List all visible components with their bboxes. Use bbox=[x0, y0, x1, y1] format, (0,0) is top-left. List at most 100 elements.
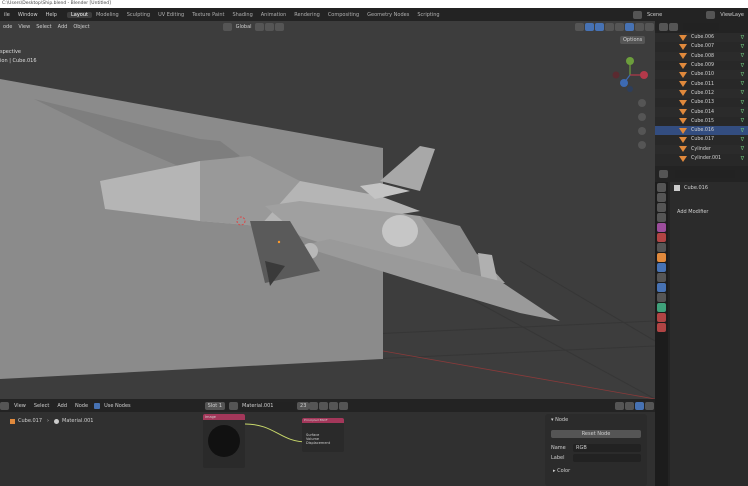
material-browse-icon[interactable] bbox=[229, 401, 239, 410]
outliner-item-selected[interactable]: Cube.016 ᐁ bbox=[655, 125, 748, 136]
tab-shading[interactable]: Shading bbox=[228, 12, 256, 18]
outliner-item[interactable]: Cube.006 ᐁ bbox=[655, 33, 748, 43]
outliner-item[interactable]: Cube.009 ᐁ bbox=[655, 61, 748, 70]
camera-icon[interactable] bbox=[638, 127, 646, 135]
material-name-field[interactable]: Material.001 bbox=[239, 401, 296, 410]
outliner-item[interactable]: Cylinder.001 ᐁ bbox=[655, 154, 748, 163]
node-name-field[interactable]: RGB bbox=[573, 444, 641, 452]
pan-hand-icon[interactable] bbox=[638, 113, 646, 121]
constraints-tab-icon[interactable] bbox=[657, 293, 666, 302]
tab-rendering[interactable]: Rendering bbox=[290, 12, 324, 18]
visibility-icon[interactable] bbox=[575, 23, 584, 31]
outliner-item[interactable]: Cube.015 ᐁ bbox=[655, 117, 748, 126]
breadcrumb-object[interactable]: Cube.017 bbox=[18, 418, 42, 424]
select-menu[interactable]: Select bbox=[33, 24, 54, 30]
grid-icon[interactable] bbox=[638, 141, 646, 149]
view-layer-tab-icon[interactable] bbox=[657, 213, 666, 222]
pin-icon[interactable] bbox=[339, 401, 349, 410]
color-wheel[interactable] bbox=[208, 425, 240, 457]
outliner-filter-icon[interactable] bbox=[669, 23, 678, 31]
visibility-eye-icon[interactable]: ᐁ bbox=[741, 146, 744, 152]
physics-tab-icon[interactable] bbox=[657, 283, 666, 292]
mode-menu[interactable]: ode bbox=[0, 24, 15, 30]
proportional-edit-icon[interactable] bbox=[274, 23, 284, 31]
image-node[interactable]: Image bbox=[203, 414, 245, 468]
world-tab-icon[interactable] bbox=[657, 233, 666, 242]
particles-tab-icon[interactable] bbox=[657, 273, 666, 282]
pivot-icon[interactable] bbox=[254, 23, 264, 31]
texture-tab-icon[interactable] bbox=[657, 323, 666, 332]
unlink-material-icon[interactable] bbox=[329, 401, 339, 410]
zoom-icon[interactable] bbox=[638, 99, 646, 107]
overlay-toggle-icon[interactable] bbox=[595, 23, 604, 31]
color-section[interactable]: ▸ Color bbox=[553, 468, 639, 474]
material-user-count[interactable]: 23 bbox=[297, 401, 310, 410]
overlay-nodes-icon[interactable] bbox=[635, 401, 644, 410]
visibility-eye-icon[interactable]: ᐁ bbox=[741, 53, 744, 59]
outliner-editor-type-icon[interactable] bbox=[659, 23, 668, 31]
properties-search-input[interactable] bbox=[675, 170, 735, 178]
snap-icon[interactable] bbox=[264, 23, 274, 31]
gizmo-toggle-icon[interactable] bbox=[585, 23, 594, 31]
orientation-icon[interactable] bbox=[222, 23, 232, 31]
shading-wireframe-icon[interactable] bbox=[615, 23, 624, 31]
tool-tab-icon[interactable] bbox=[657, 183, 666, 192]
menu-file[interactable]: ile bbox=[0, 12, 14, 18]
view-layer-icon[interactable] bbox=[706, 10, 716, 19]
principled-bsdf-node[interactable]: Principled BSDF Surface Volume Displacem… bbox=[302, 418, 344, 452]
modifier-tab-icon[interactable] bbox=[657, 263, 666, 272]
duplicate-material-icon[interactable] bbox=[319, 401, 329, 410]
node-panel-section[interactable]: ▾ Node bbox=[545, 414, 647, 426]
menu-window[interactable]: Window bbox=[14, 12, 42, 18]
visibility-eye-icon[interactable]: ᐁ bbox=[741, 90, 744, 96]
object-tab-icon[interactable] bbox=[657, 253, 666, 262]
output-tab-icon[interactable] bbox=[657, 203, 666, 212]
node-select-menu[interactable]: Select bbox=[30, 403, 53, 409]
transform-orientation-select[interactable]: Global bbox=[233, 24, 255, 30]
outliner-item[interactable]: Cube.010 ᐁ bbox=[655, 70, 748, 80]
add-menu[interactable]: Add bbox=[55, 24, 71, 30]
shading-material-icon[interactable] bbox=[635, 23, 644, 31]
outliner-item[interactable]: Cube.013 ᐁ bbox=[655, 98, 748, 107]
tab-animation[interactable]: Animation bbox=[257, 12, 291, 18]
backdrop-icon[interactable] bbox=[625, 401, 634, 410]
scene-tab-icon[interactable] bbox=[657, 223, 666, 232]
add-modifier-button[interactable]: Add Modifier bbox=[674, 208, 744, 217]
tab-texture-paint[interactable]: Texture Paint bbox=[188, 12, 228, 18]
tab-modeling[interactable]: Modeling bbox=[92, 12, 123, 18]
shading-rendered-icon[interactable] bbox=[645, 23, 654, 31]
visibility-eye-icon[interactable]: ᐁ bbox=[741, 128, 744, 134]
visibility-eye-icon[interactable]: ᐁ bbox=[741, 44, 744, 50]
view-menu[interactable]: View bbox=[15, 24, 33, 30]
visibility-eye-icon[interactable]: ᐁ bbox=[741, 81, 744, 87]
node-node-menu[interactable]: Node bbox=[71, 403, 92, 409]
visibility-eye-icon[interactable]: ᐁ bbox=[741, 156, 744, 162]
render-tab-icon[interactable] bbox=[657, 193, 666, 202]
outliner-item[interactable]: Cube.017 ᐁ bbox=[655, 135, 748, 144]
tab-geometry-nodes[interactable]: Geometry Nodes bbox=[363, 12, 413, 18]
snap-nodes-icon[interactable] bbox=[615, 401, 624, 410]
node-label-field[interactable] bbox=[573, 454, 641, 462]
outliner-item[interactable]: Cube.011 ᐁ bbox=[655, 79, 748, 88]
node-editor-type-icon[interactable] bbox=[0, 401, 9, 410]
scene-icon[interactable] bbox=[633, 10, 642, 19]
shading-solid-icon[interactable] bbox=[625, 23, 634, 31]
collection-tab-icon[interactable] bbox=[657, 243, 666, 252]
material-tab-icon[interactable] bbox=[657, 313, 666, 322]
view-layer-selector[interactable]: ViewLaye bbox=[716, 12, 748, 18]
node-add-menu[interactable]: Add bbox=[53, 403, 71, 409]
visibility-eye-icon[interactable]: ᐁ bbox=[741, 118, 744, 124]
fake-user-icon[interactable] bbox=[309, 401, 319, 410]
scene-selector[interactable]: Scene bbox=[643, 12, 666, 18]
visibility-eye-icon[interactable]: ᐁ bbox=[741, 109, 744, 115]
visibility-eye-icon[interactable]: ᐁ bbox=[741, 72, 744, 78]
visibility-eye-icon[interactable]: ᐁ bbox=[741, 35, 744, 41]
data-tab-icon[interactable] bbox=[657, 303, 666, 312]
tab-uv-editing[interactable]: UV Editing bbox=[154, 12, 188, 18]
slot-select[interactable]: Slot 1 bbox=[204, 401, 226, 410]
outliner-item[interactable]: Cylinder ᐁ bbox=[655, 144, 748, 154]
object-menu[interactable]: Object bbox=[70, 24, 92, 30]
visibility-eye-icon[interactable]: ᐁ bbox=[741, 63, 744, 69]
node-view-menu[interactable]: View bbox=[10, 403, 30, 409]
visibility-eye-icon[interactable]: ᐁ bbox=[741, 137, 744, 143]
